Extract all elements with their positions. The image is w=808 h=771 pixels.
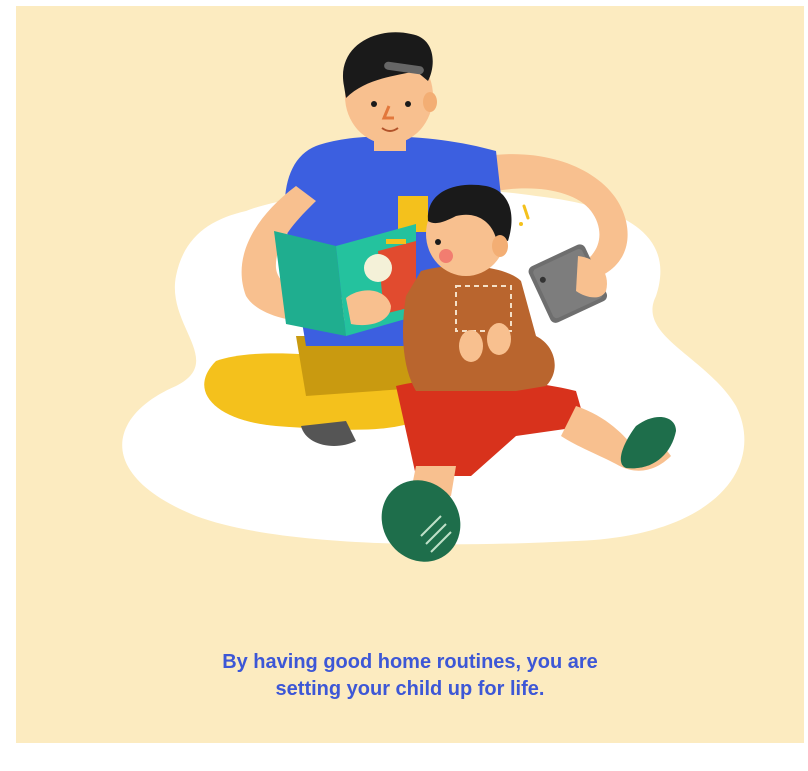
caption-text: By having good home routines, you are se… bbox=[16, 649, 804, 703]
content-card: By having good home routines, you are se… bbox=[16, 6, 804, 743]
caption-line-1: By having good home routines, you are bbox=[222, 651, 598, 673]
parent-reading-with-child-illustration bbox=[122, 32, 745, 562]
dad-head bbox=[342, 32, 437, 144]
caption-line-2: setting your child up for life. bbox=[275, 678, 545, 700]
